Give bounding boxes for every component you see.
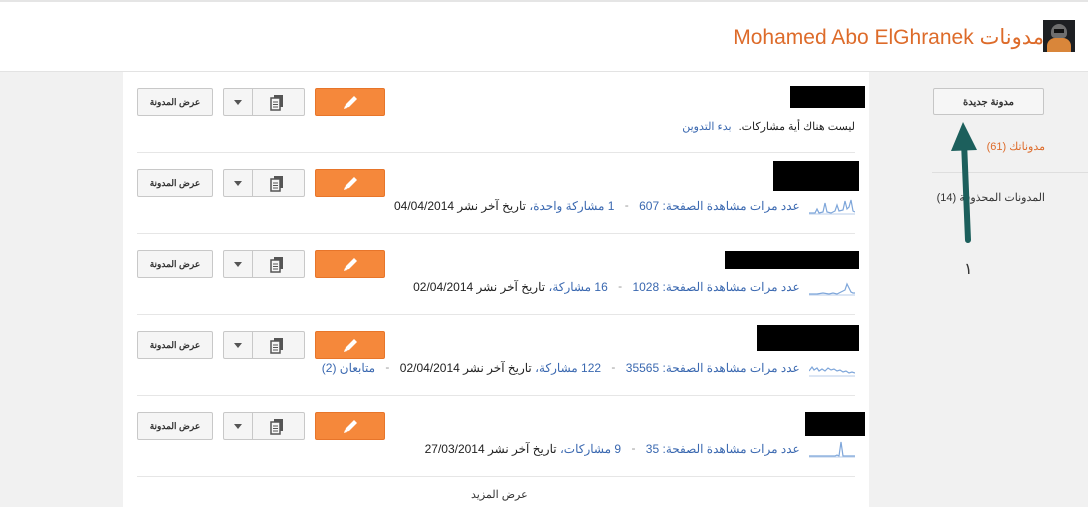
posts-count[interactable]: 1 مشاركة واحدة، <box>529 199 614 213</box>
posts-split-button[interactable] <box>223 169 305 197</box>
redacted-blog-title <box>805 412 865 436</box>
documents-icon <box>270 419 283 435</box>
documents-icon <box>270 257 283 273</box>
blog-row: عرض المدونة عدد مرات مشاهدة الصفحة: 3556… <box>137 315 859 396</box>
last-post-label: تاريخ آخر نشر <box>457 199 526 213</box>
blog-list: عرض المدونة ليست هناك أية مشاركات. بدء ا… <box>123 72 869 507</box>
last-post-label: تاريخ آخر نشر <box>463 361 532 375</box>
pageviews-count[interactable]: 1028 <box>632 280 659 294</box>
blog-stats: عدد مرات مشاهدة الصفحة: 35565 - 122 مشار… <box>322 359 855 377</box>
pageviews-label: عدد مرات مشاهدة الصفحة: <box>662 280 800 294</box>
posts-count[interactable]: 122 مشاركة، <box>535 361 601 375</box>
posts-count[interactable]: 9 مشاركات، <box>560 442 621 456</box>
chevron-down-icon <box>234 343 242 348</box>
pencil-icon <box>344 420 357 433</box>
pageviews-count[interactable]: 35 <box>646 442 659 456</box>
avatar[interactable] <box>1043 20 1075 52</box>
chevron-down-icon <box>234 181 242 186</box>
redacted-blog-title <box>773 161 859 191</box>
last-post-label: تاريخ آخر نشر <box>476 280 546 294</box>
view-blog-button[interactable]: عرض المدونة <box>137 88 213 116</box>
last-post-label: تاريخ آخر نشر <box>488 442 557 456</box>
dropdown-toggle[interactable] <box>224 89 253 115</box>
edit-posts-button[interactable] <box>315 250 385 278</box>
edit-posts-button[interactable] <box>315 331 385 359</box>
dropdown-toggle[interactable] <box>224 251 253 277</box>
edit-posts-button[interactable] <box>315 88 385 116</box>
annotation-arrow <box>951 122 977 243</box>
pencil-icon <box>344 258 357 271</box>
pencil-icon <box>344 339 357 352</box>
view-blog-button[interactable]: عرض المدونة <box>137 169 213 197</box>
redacted-blog-title <box>757 325 859 351</box>
blog-row: عرض المدونة عدد مرات مشاهدة الصفحة: 35 -… <box>137 396 865 477</box>
pageviews-sparkline <box>809 282 855 296</box>
blog-row: عرض المدونة ليست هناك أية مشاركات. بدء ا… <box>137 72 865 153</box>
blog-stats: عدد مرات مشاهدة الصفحة: 607 - 1 مشاركة و… <box>394 197 855 215</box>
documents-icon <box>270 176 283 192</box>
your-blogs-link[interactable]: مدوناتك (61) <box>987 140 1045 153</box>
pageviews-label: عدد مرات مشاهدة الصفحة: <box>662 199 800 213</box>
posts-split-button[interactable] <box>223 88 305 116</box>
posts-split-button[interactable] <box>223 331 305 359</box>
dropdown-toggle[interactable] <box>224 413 253 439</box>
documents-icon <box>270 95 283 111</box>
last-post-date: 04/04/2014 <box>393 199 455 213</box>
dropdown-toggle[interactable] <box>224 170 253 196</box>
posts-split-button[interactable] <box>223 412 305 440</box>
pencil-icon <box>344 177 357 190</box>
new-blog-button[interactable]: مدونة جديدة <box>933 88 1044 115</box>
dropdown-toggle[interactable] <box>224 332 253 358</box>
last-post-date: 27/03/2014 <box>424 442 485 456</box>
pageviews-label: عدد مرات مشاهدة الصفحة: <box>662 442 800 456</box>
edit-posts-button[interactable] <box>315 412 385 440</box>
page-title: مدونات Mohamed Abo ElGhranek <box>733 26 1044 49</box>
blog-row: عرض المدونة عدد مرات مشاهدة الصفحة: 607 … <box>137 153 859 234</box>
chevron-down-icon <box>234 100 242 105</box>
pageviews-sparkline <box>809 365 855 377</box>
pencil-icon <box>344 96 357 109</box>
blog-row: عرض المدونة عدد مرات مشاهدة الصفحة: 1028… <box>137 234 859 315</box>
followers-link[interactable]: متابعان (2) <box>322 361 375 375</box>
redacted-blog-title <box>790 86 865 108</box>
page-header: مدونات Mohamed Abo ElGhranek <box>0 2 1088 72</box>
pageviews-sparkline <box>809 441 855 458</box>
posts-split-button[interactable] <box>223 250 305 278</box>
documents-icon <box>270 338 283 354</box>
pageviews-count[interactable]: 607 <box>639 199 659 213</box>
start-blogging-link[interactable]: بدء التدوين <box>682 121 731 133</box>
chevron-down-icon <box>234 262 242 267</box>
no-posts-message: ليست هناك أية مشاركات. بدء التدوين <box>682 120 855 133</box>
last-post-date: 02/04/2014 <box>413 280 474 294</box>
no-posts-text: ليست هناك أية مشاركات. <box>738 121 855 133</box>
posts-count[interactable]: 16 مشاركة، <box>548 280 607 294</box>
pageviews-count[interactable]: 35565 <box>626 361 659 375</box>
blog-stats: عدد مرات مشاهدة الصفحة: 1028 - 16 مشاركة… <box>413 278 855 296</box>
edit-posts-button[interactable] <box>315 169 385 197</box>
pageviews-sparkline <box>809 199 855 215</box>
view-blog-button[interactable]: عرض المدونة <box>137 250 213 278</box>
last-post-date: 02/04/2014 <box>399 361 460 375</box>
sidebar: مدونة جديدة مدوناتك (61) المدونات المحذو… <box>920 72 1088 507</box>
load-more-link[interactable]: عرض المزيد <box>471 488 528 501</box>
redacted-blog-title <box>725 251 859 269</box>
annotation-number: ١ <box>964 259 973 278</box>
blog-stats: عدد مرات مشاهدة الصفحة: 35 - 9 مشاركات، … <box>425 440 855 458</box>
view-blog-button[interactable]: عرض المدونة <box>137 412 213 440</box>
pageviews-label: عدد مرات مشاهدة الصفحة: <box>662 361 800 375</box>
chevron-down-icon <box>234 424 242 429</box>
view-blog-button[interactable]: عرض المدونة <box>137 331 213 359</box>
